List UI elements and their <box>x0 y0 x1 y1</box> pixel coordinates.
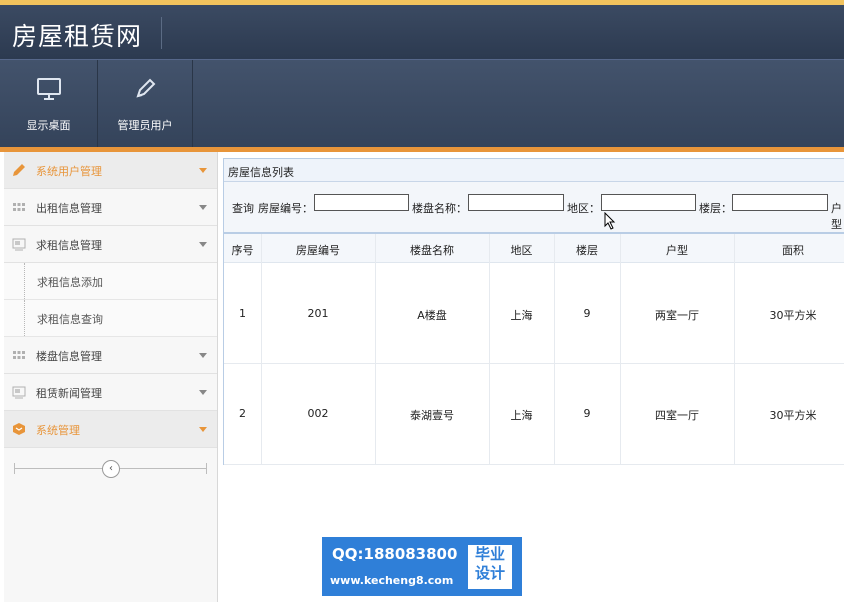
admin-user-label: 管理员用户 <box>117 119 173 132</box>
sidebar-item-news[interactable]: 租赁新闻管理 <box>4 374 217 411</box>
query-label: 查询 <box>232 202 254 215</box>
sidebar-item-system-users[interactable]: 系统用户管理 <box>4 152 217 189</box>
col-header-region: 地区 <box>510 244 533 257</box>
layout-label: 户型 <box>831 202 842 231</box>
house-number-input[interactable] <box>314 194 409 211</box>
sidebar-item-label: 出租信息管理 <box>36 202 102 215</box>
sidebar-item-rental-info[interactable]: 出租信息管理 <box>4 189 217 226</box>
sidebar: 系统用户管理 出租信息管理 求租信息管理 求租信息添加 求租信息查询 楼盘信息管… <box>4 152 218 602</box>
sidebar-item-system[interactable]: 系统管理 <box>4 411 217 448</box>
sidebar-item-building-info[interactable]: 楼盘信息管理 <box>4 337 217 374</box>
sidebar-subitem-seeking-add[interactable]: 求租信息添加 <box>4 263 217 300</box>
sidebar-item-seeking-info[interactable]: 求租信息管理 <box>4 226 217 263</box>
table-row[interactable]: 1 201 A楼盘 上海 9 两室一厅 30平方米 <box>224 263 844 364</box>
watermark-badge: 毕业 设计 <box>468 545 512 589</box>
col-header-house-number: 房屋编号 <box>296 244 340 257</box>
sidebar-item-label: 求租信息管理 <box>36 239 102 252</box>
mouse-cursor-icon <box>604 211 616 234</box>
building-name-input[interactable] <box>468 194 564 211</box>
watermark-qq: QQ:188083800 <box>332 545 458 563</box>
cell-house-number: 002 <box>307 407 329 420</box>
floor-input[interactable] <box>732 194 828 211</box>
cell-region: 上海 <box>510 409 533 422</box>
col-header-floor: 楼层 <box>576 244 598 257</box>
grid-icon <box>12 348 26 362</box>
title-divider <box>161 17 162 49</box>
toolbar: 显示桌面 管理员用户 <box>0 59 844 148</box>
chevron-down-icon <box>199 242 207 247</box>
cell-region: 上海 <box>510 309 533 322</box>
sidebar-subitem-seeking-query[interactable]: 求租信息查询 <box>4 300 217 337</box>
chevron-down-icon <box>199 390 207 395</box>
sidebar-subitem-label: 求租信息查询 <box>37 313 103 326</box>
show-desktop-label: 显示桌面 <box>26 119 71 132</box>
cell-index: 2 <box>239 407 246 420</box>
cell-building-name: A楼盘 <box>417 309 447 322</box>
collapse-left-icon[interactable]: ‹ <box>102 460 120 478</box>
region-label: 地区： <box>567 202 600 215</box>
watermark-badge-line2: 设计 <box>474 564 505 582</box>
sidebar-collapse-row: ‹ <box>4 455 217 481</box>
monitor-icon <box>36 76 62 105</box>
cell-layout: 两室一厅 <box>655 309 699 322</box>
cell-house-number: 201 <box>307 307 329 320</box>
column-divider <box>375 234 376 464</box>
table-header: 序号 房屋编号 楼盘名称 地区 楼层 户型 面积 <box>224 234 844 263</box>
cell-building-name: 泰湖壹号 <box>410 409 454 422</box>
cell-area: 30平方米 <box>769 409 817 422</box>
col-header-index: 序号 <box>231 244 254 257</box>
sidebar-subitem-label: 求租信息添加 <box>37 276 103 289</box>
watermark: QQ:188083800 www.kecheng8.com 毕业 设计 <box>322 537 522 596</box>
house-list-panel: 房屋信息列表 查询 房屋编号： 楼盘名称： 地区： 楼层： 户型 序号 房屋编号… <box>223 158 844 465</box>
chevron-down-icon <box>199 168 207 173</box>
column-divider <box>734 234 735 464</box>
cell-index: 1 <box>239 307 246 320</box>
chevron-down-icon <box>199 205 207 210</box>
sidebar-item-label: 楼盘信息管理 <box>36 350 102 363</box>
collapse-tick-left <box>14 463 15 474</box>
table-row[interactable]: 2 002 泰湖壹号 上海 9 四室一厅 30平方米 <box>224 364 844 465</box>
column-divider <box>489 234 490 464</box>
window-icon <box>12 237 26 251</box>
chevron-down-icon <box>199 353 207 358</box>
admin-user-button[interactable]: 管理员用户 <box>98 60 193 148</box>
box-icon <box>12 422 26 436</box>
col-header-layout: 户型 <box>666 244 688 257</box>
sidebar-item-label: 系统用户管理 <box>36 165 102 178</box>
app-title: 房屋租赁网 <box>12 22 143 51</box>
cell-floor: 9 <box>583 307 591 320</box>
panel-title: 房屋信息列表 <box>228 166 294 179</box>
cell-layout: 四室一厅 <box>655 409 699 422</box>
watermark-url: www.kecheng8.com <box>330 574 454 587</box>
floor-label: 楼层： <box>699 202 732 215</box>
col-header-area: 面积 <box>782 244 804 257</box>
watermark-badge-line1: 毕业 <box>474 545 505 563</box>
column-divider <box>554 234 555 464</box>
pencil-icon <box>132 76 158 105</box>
cell-floor: 9 <box>583 407 591 420</box>
panel-title-bar: 房屋信息列表 <box>224 159 844 182</box>
house-number-label: 房屋编号： <box>258 202 313 215</box>
region-input[interactable] <box>601 194 696 211</box>
cell-area: 30平方米 <box>769 309 817 322</box>
grid-icon <box>12 200 26 214</box>
pencil-icon <box>12 163 26 177</box>
building-name-label: 楼盘名称： <box>412 202 467 215</box>
column-divider <box>620 234 621 464</box>
app-header: 房屋租赁网 <box>0 5 844 59</box>
main-content: 房屋信息列表 查询 房屋编号： 楼盘名称： 地区： 楼层： 户型 序号 房屋编号… <box>221 152 844 602</box>
chevron-down-icon <box>199 427 207 432</box>
col-header-building-name: 楼盘名称 <box>410 244 454 257</box>
sidebar-item-label: 系统管理 <box>36 424 80 437</box>
collapse-tick-right <box>206 463 207 474</box>
search-bar: 查询 房屋编号： 楼盘名称： 地区： 楼层： 户型 <box>224 182 844 234</box>
window-icon <box>12 385 26 399</box>
tree-line <box>24 263 26 299</box>
tree-line <box>24 300 26 336</box>
sidebar-item-label: 租赁新闻管理 <box>36 387 102 400</box>
show-desktop-button[interactable]: 显示桌面 <box>0 60 98 148</box>
column-divider <box>261 234 262 464</box>
